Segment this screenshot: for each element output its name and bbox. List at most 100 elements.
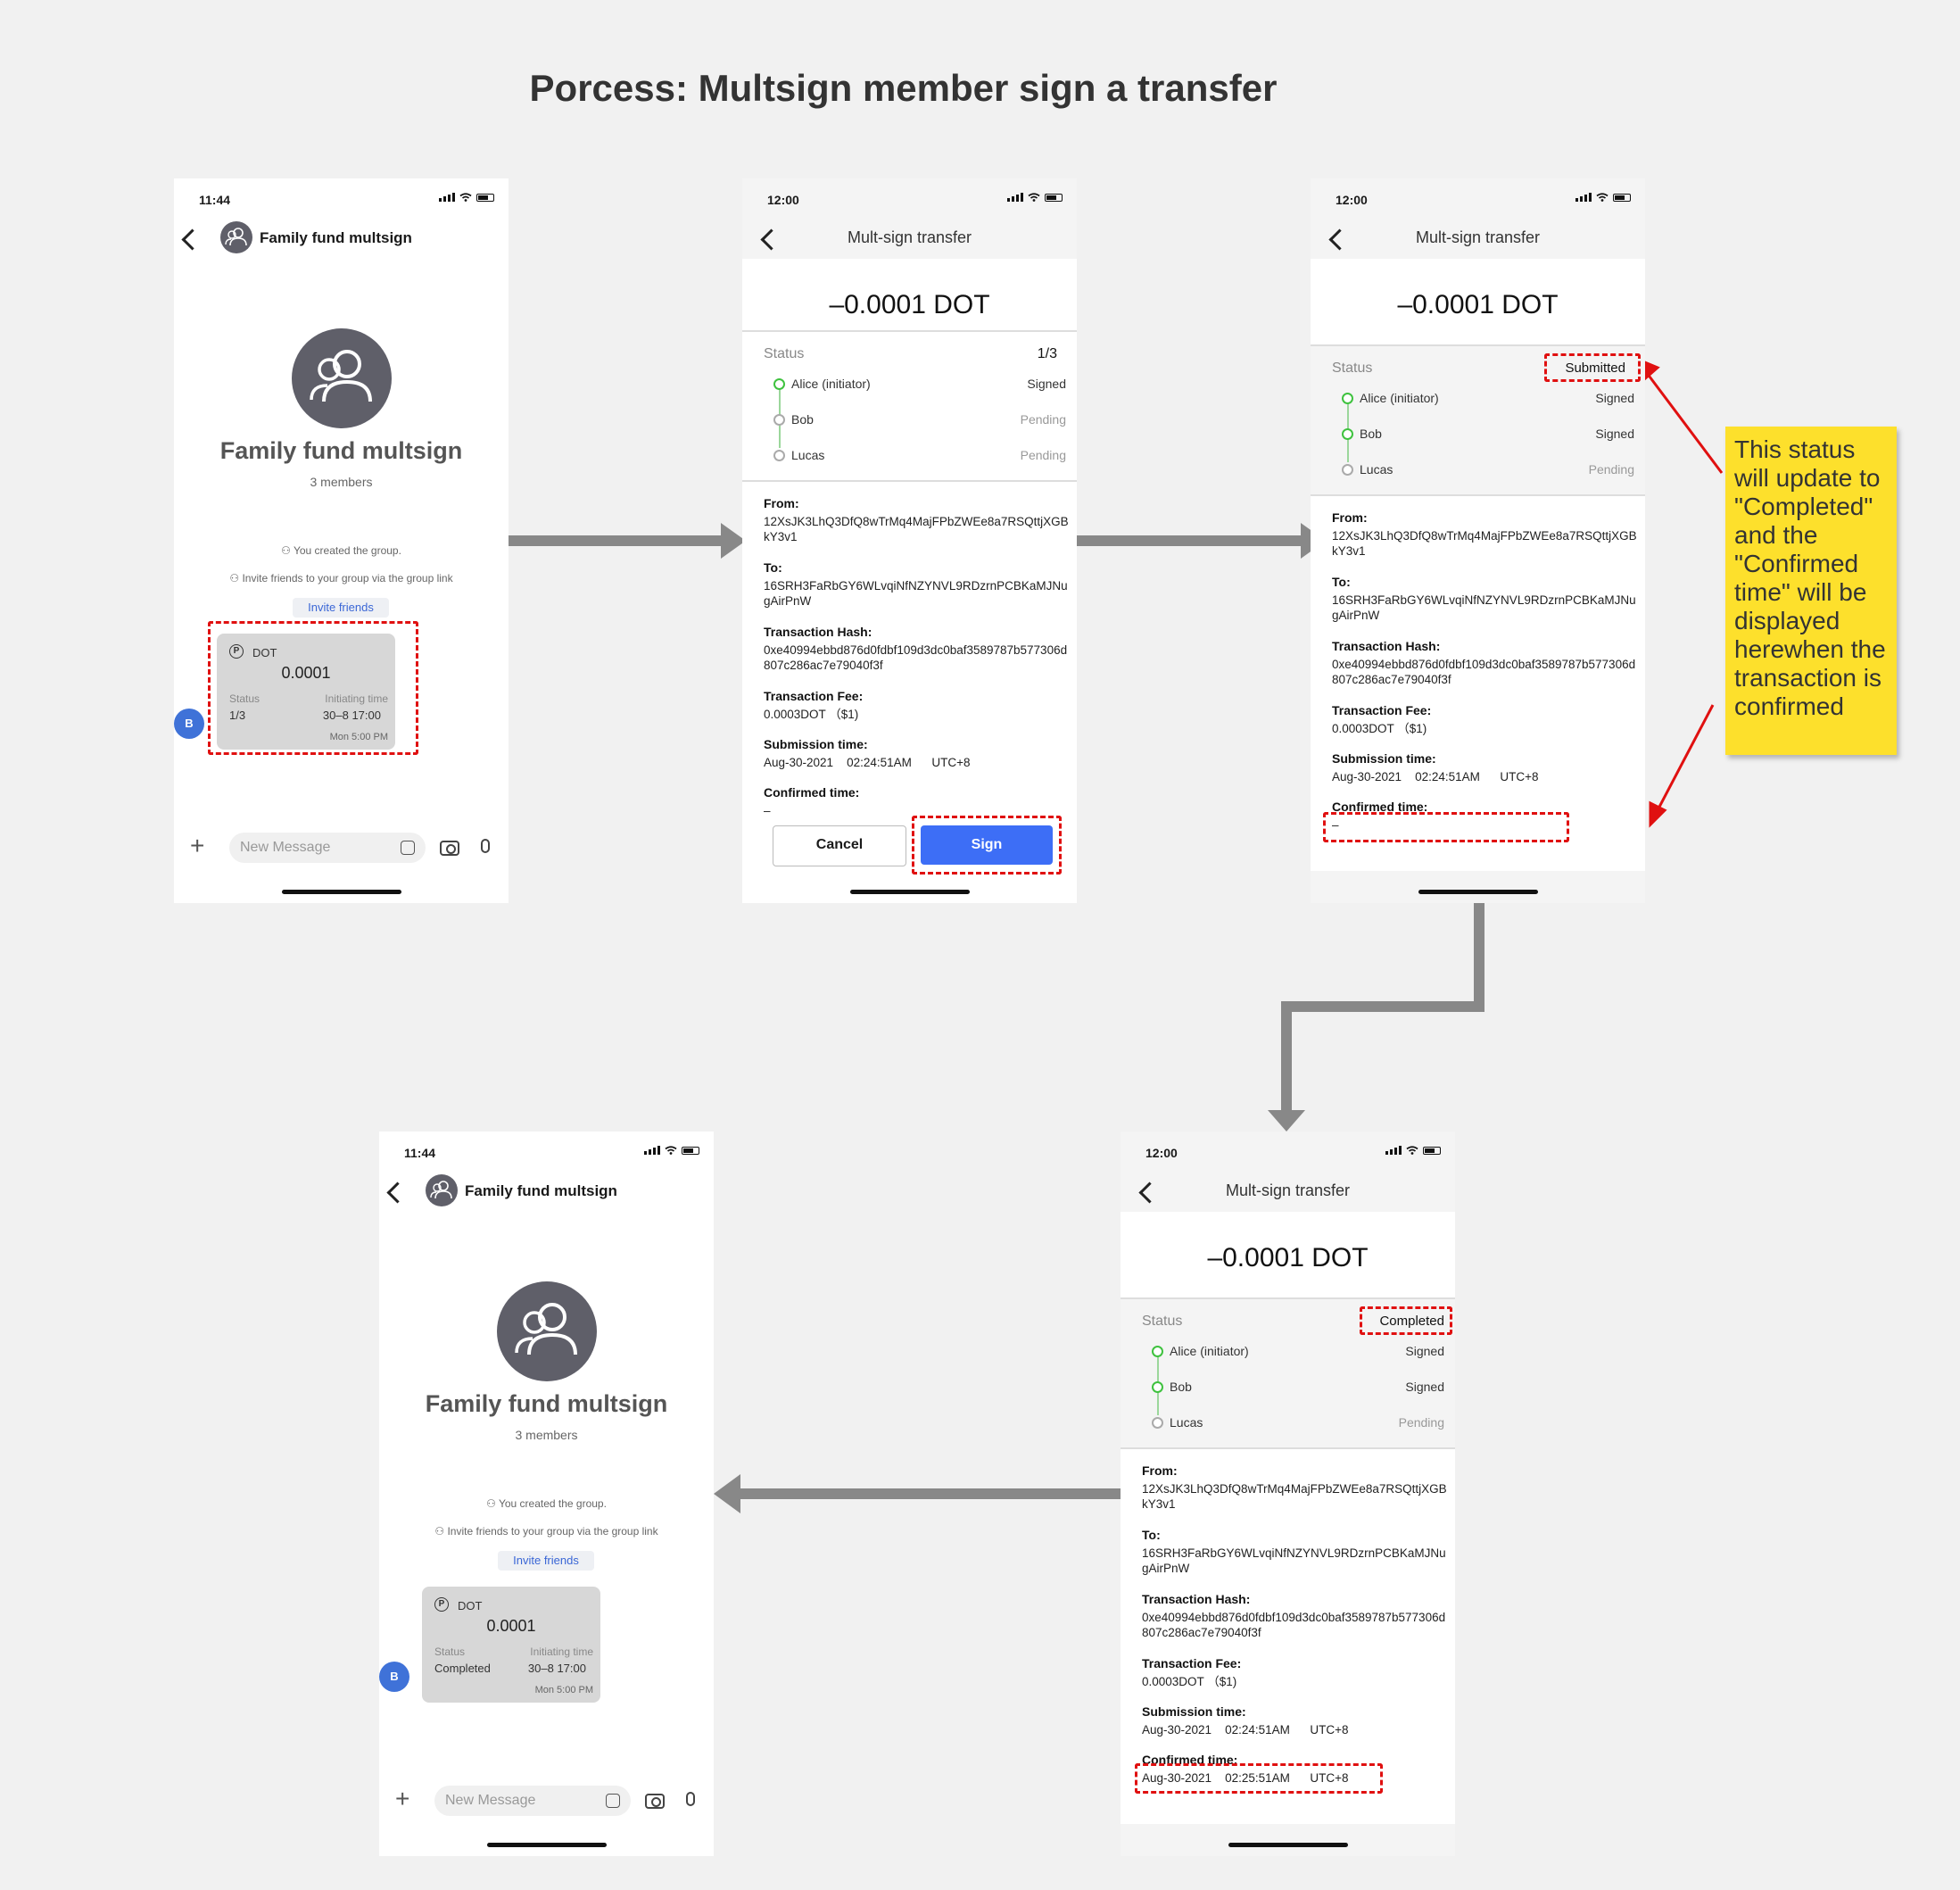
polkadot-icon: P bbox=[434, 1597, 449, 1612]
red-arrow-top bbox=[1645, 372, 1724, 474]
group-icon bbox=[225, 228, 247, 246]
highlight-card bbox=[208, 621, 418, 755]
hash-label: Transaction Hash: bbox=[1142, 1592, 1251, 1606]
member-count: 3 members bbox=[310, 475, 373, 489]
invite-friends-button[interactable]: Invite friends bbox=[498, 1551, 594, 1571]
transfer-card[interactable]: P DOT 0.0001 Status Initiating time Comp… bbox=[422, 1587, 600, 1703]
sender-avatar[interactable]: B bbox=[379, 1662, 409, 1692]
signer-name: Lucas bbox=[1360, 462, 1394, 477]
to-value: 16SRH3FaRbGY6WLvqiNfNZYNVL9RDzrnPCBKaMJN… bbox=[1332, 593, 1636, 622]
hash-label: Transaction Hash: bbox=[764, 625, 872, 639]
phone-chat-before: 11:44 Family fund multsign Family fund m… bbox=[174, 178, 509, 903]
transfer-amount: –0.0001 DOT bbox=[1397, 290, 1559, 319]
signer-row-alice: Alice (initiator) Signed bbox=[1342, 391, 1634, 405]
screen-title: Mult-sign transfer bbox=[847, 228, 972, 246]
transfer-amount: –0.0001 DOT bbox=[829, 290, 990, 319]
system-message-created: ⚇ You created the group. bbox=[174, 544, 509, 557]
signer-name: Bob bbox=[1170, 1380, 1192, 1394]
microphone-icon[interactable] bbox=[686, 1792, 695, 1806]
screen-title: Mult-sign transfer bbox=[1225, 1181, 1351, 1199]
invite-text: Invite friends to your group via the gro… bbox=[242, 572, 453, 584]
clock: 12:00 bbox=[767, 193, 799, 207]
clock: 11:44 bbox=[404, 1146, 436, 1160]
group-icon-large bbox=[515, 1303, 577, 1355]
group-icon-large bbox=[310, 350, 372, 402]
transfer-amount: –0.0001 DOT bbox=[1207, 1243, 1369, 1272]
microphone-icon[interactable] bbox=[481, 839, 490, 853]
group-name: Family fund multsign bbox=[425, 1390, 668, 1417]
group-avatar[interactable] bbox=[426, 1174, 458, 1206]
submission-value: Aug-30-2021 02:24:51AM UTC+8 bbox=[764, 756, 971, 769]
signer-state: Signed bbox=[1595, 391, 1634, 405]
plus-icon[interactable]: + bbox=[190, 832, 204, 860]
arrow-3-seg-a bbox=[1474, 903, 1484, 1012]
invite-friends-button[interactable]: Invite friends bbox=[293, 598, 389, 618]
fee-value: 0.0003DOT （$1) bbox=[1142, 1675, 1237, 1688]
pending-dot-icon bbox=[773, 450, 785, 461]
signer-row-alice: Alice (initiator) Signed bbox=[773, 377, 1066, 391]
back-icon[interactable] bbox=[181, 228, 203, 251]
signal-icon bbox=[1575, 193, 1592, 202]
message-placeholder: New Message bbox=[240, 840, 331, 855]
plus-icon[interactable]: + bbox=[395, 1785, 409, 1813]
pending-dot-icon bbox=[1152, 1417, 1163, 1429]
signed-dot-icon bbox=[773, 378, 785, 390]
status-icons bbox=[644, 1146, 699, 1155]
created-text: You created the group. bbox=[498, 1497, 607, 1510]
sender-avatar[interactable]: B bbox=[174, 709, 204, 739]
highlight-sign bbox=[912, 816, 1062, 875]
status-label: Status bbox=[1142, 1314, 1183, 1329]
submission-label: Submission time: bbox=[1142, 1704, 1246, 1719]
signer-row-lucas: Lucas Pending bbox=[1342, 462, 1634, 477]
fee-label: Transaction Fee: bbox=[764, 689, 864, 703]
wifi-icon bbox=[1028, 193, 1040, 202]
status-bar: 11:44 bbox=[174, 178, 509, 214]
from-label: From: bbox=[764, 496, 799, 510]
signer-state: Signed bbox=[1595, 427, 1634, 441]
cancel-button[interactable]: Cancel bbox=[773, 825, 906, 866]
to-value: 16SRH3FaRbGY6WLvqiNfNZYNVL9RDzrnPCBKaMJN… bbox=[764, 579, 1068, 608]
camera-icon[interactable] bbox=[645, 1794, 665, 1809]
signal-icon bbox=[1385, 1146, 1402, 1155]
group-avatar[interactable] bbox=[220, 221, 252, 253]
signer-row-lucas: Lucas Pending bbox=[1152, 1415, 1444, 1430]
signer-name: Lucas bbox=[791, 448, 825, 462]
signer-row-bob: Bob Pending bbox=[773, 412, 1066, 427]
camera-icon[interactable] bbox=[440, 841, 459, 856]
signer-state: Pending bbox=[1020, 448, 1066, 462]
to-value: 16SRH3FaRbGY6WLvqiNfNZYNVL9RDzrnPCBKaMJN… bbox=[1142, 1546, 1446, 1575]
home-indicator bbox=[281, 890, 401, 894]
battery-icon bbox=[682, 1147, 699, 1155]
phone-transfer-submitted: 12:00 Mult-sign transfer –0.0001 DOT Sta… bbox=[1311, 178, 1645, 903]
message-input[interactable]: New Message bbox=[229, 833, 426, 863]
status-bar: 12:00 bbox=[1121, 1132, 1455, 1167]
signer-name: Lucas bbox=[1170, 1415, 1203, 1430]
group-icon bbox=[430, 1181, 452, 1199]
divider bbox=[742, 330, 1077, 332]
signer-state: Pending bbox=[1588, 462, 1634, 477]
back-icon[interactable] bbox=[386, 1181, 409, 1204]
status-label: Status bbox=[1332, 361, 1373, 376]
status-icons bbox=[1575, 193, 1631, 202]
status-icons bbox=[439, 193, 494, 202]
pending-dot-icon bbox=[773, 414, 785, 426]
group-small-icon: ⚇ bbox=[486, 1497, 499, 1510]
status-bar: 12:00 bbox=[742, 178, 1077, 214]
to-label: To: bbox=[1332, 575, 1351, 589]
message-placeholder: New Message bbox=[445, 1793, 536, 1808]
signer-state: Pending bbox=[1020, 412, 1066, 427]
message-input[interactable]: New Message bbox=[434, 1786, 631, 1816]
card-amount: 0.0001 bbox=[486, 1617, 536, 1635]
arrow-2-shaft bbox=[1077, 535, 1309, 546]
home-indicator bbox=[849, 890, 970, 894]
member-count: 3 members bbox=[515, 1428, 578, 1442]
sticker-icon[interactable] bbox=[606, 1794, 620, 1808]
signal-icon bbox=[1007, 193, 1023, 202]
from-value: 12XsJK3LhQ3DfQ8wTrMq4MajFPbZWEe8a7RSQttj… bbox=[764, 515, 1069, 543]
signal-icon bbox=[439, 193, 455, 202]
status-bar: 11:44 bbox=[379, 1132, 714, 1167]
sticker-icon[interactable] bbox=[401, 841, 415, 855]
signer-name: Alice (initiator) bbox=[1360, 391, 1439, 405]
arrow-3-seg-b bbox=[1281, 1001, 1484, 1012]
battery-icon bbox=[1045, 194, 1063, 202]
